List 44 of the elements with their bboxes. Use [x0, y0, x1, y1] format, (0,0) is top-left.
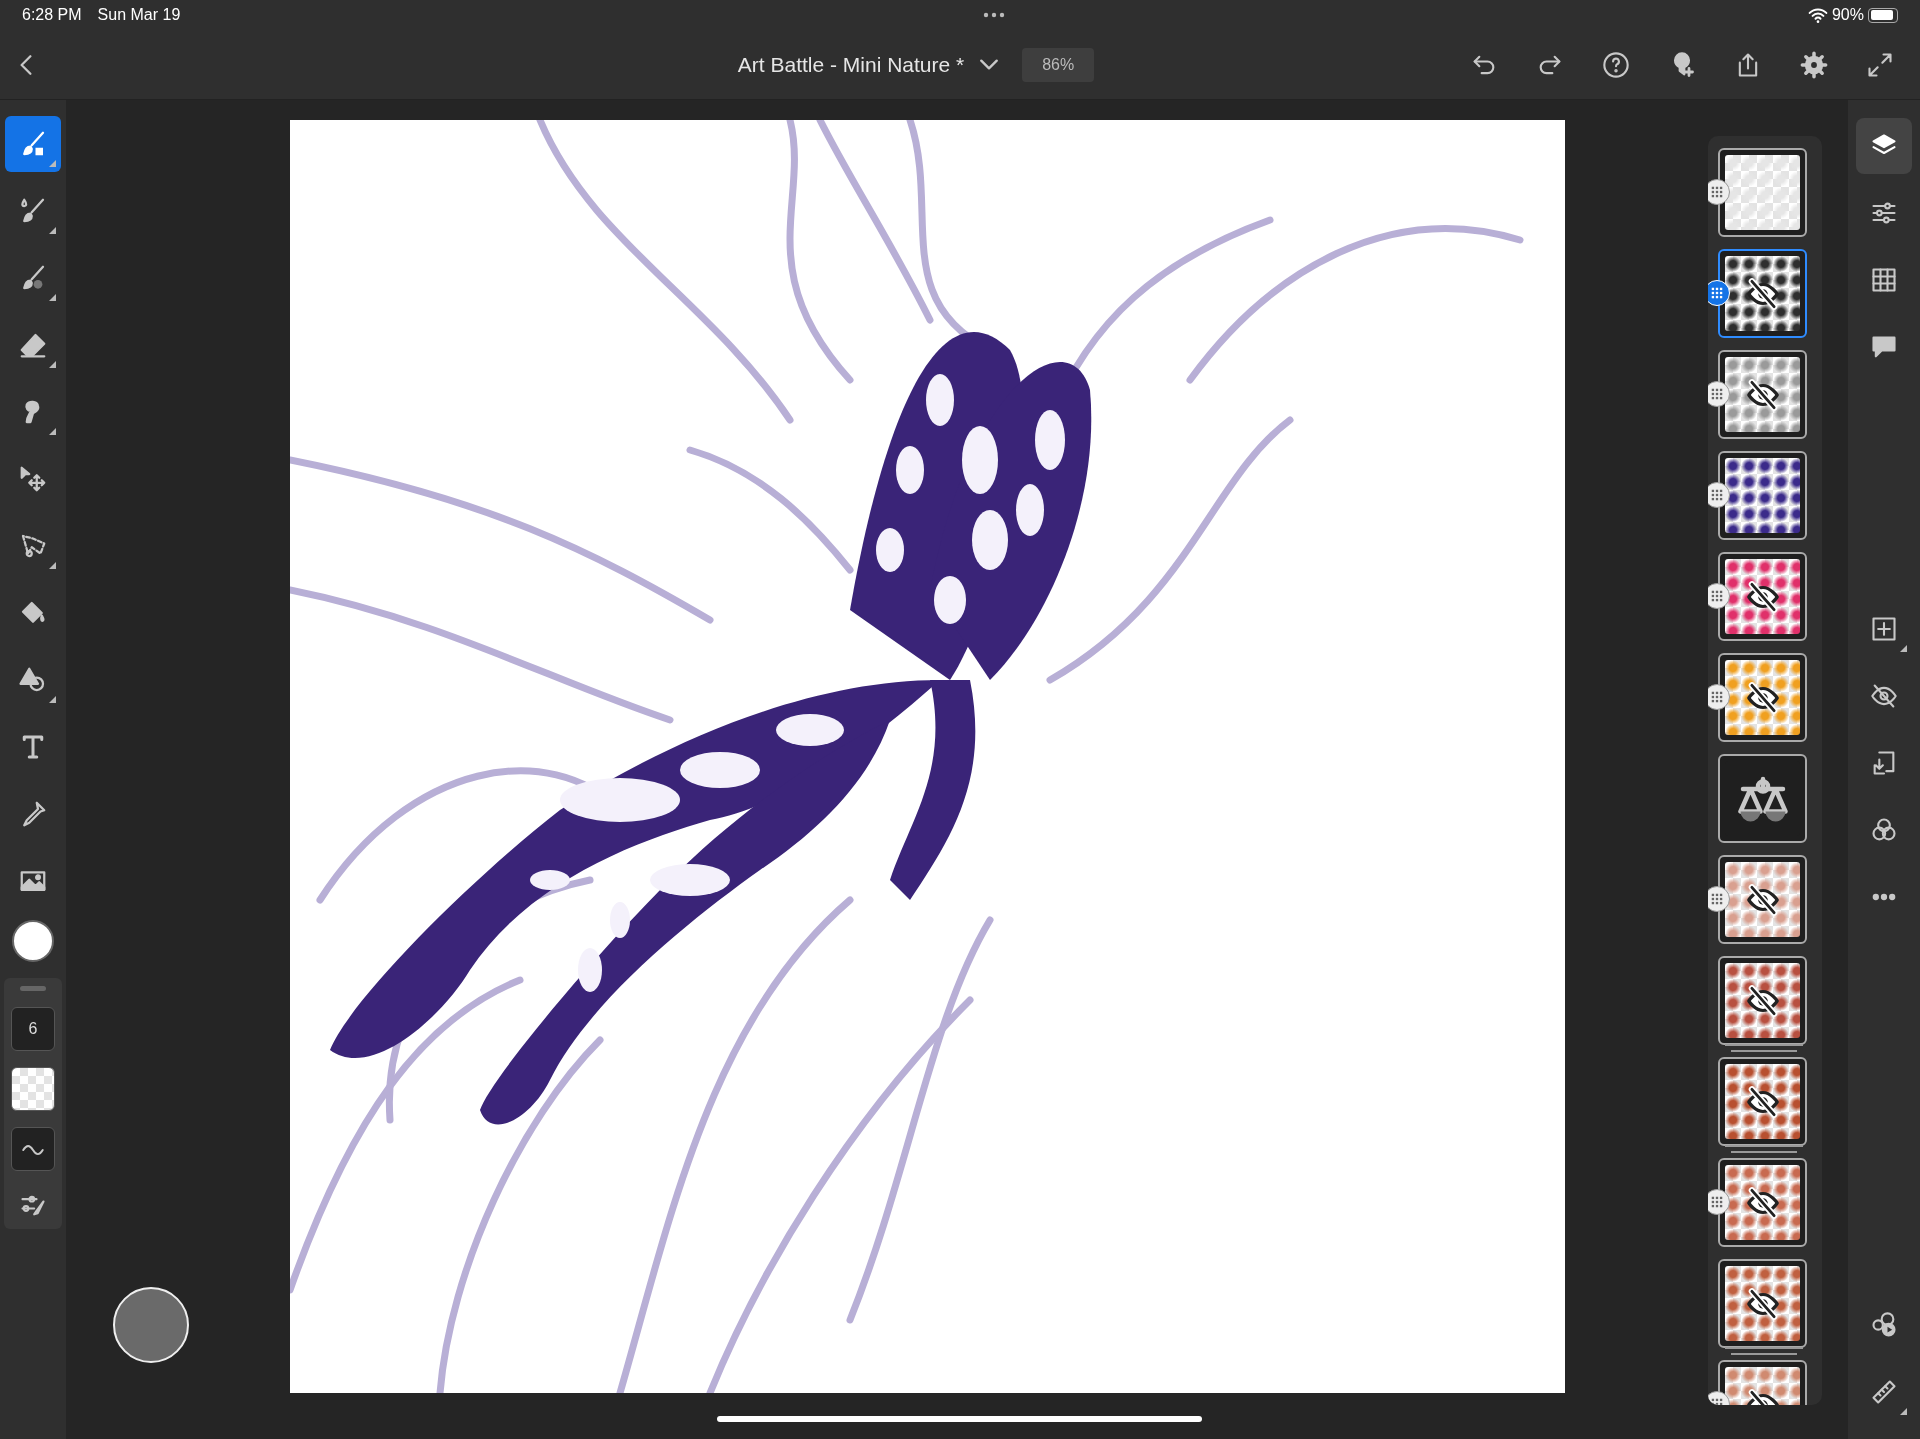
- wifi-icon: [1807, 6, 1828, 24]
- add-layer-icon[interactable]: [1870, 615, 1898, 643]
- layer-thumbnail[interactable]: [1718, 249, 1807, 338]
- layer-thumbnail[interactable]: [1718, 350, 1807, 439]
- back-button[interactable]: [20, 54, 32, 75]
- layer-handle[interactable]: [1708, 684, 1730, 710]
- brush-size-button[interactable]: 6: [11, 1007, 55, 1051]
- layer-thumbnail[interactable]: [1718, 451, 1807, 540]
- layer-handle[interactable]: [1708, 179, 1730, 205]
- layers-button[interactable]: [1856, 118, 1912, 174]
- layer-thumbnail[interactable]: [1718, 552, 1807, 641]
- opacity-button[interactable]: [11, 1067, 55, 1111]
- drag-handle[interactable]: [20, 986, 46, 991]
- layer-handle[interactable]: [1708, 381, 1730, 407]
- layer-handle[interactable]: [1708, 886, 1730, 912]
- grid-icon[interactable]: [1870, 266, 1898, 294]
- zoom-level[interactable]: 86%: [1022, 47, 1095, 82]
- layer-handle[interactable]: [1708, 482, 1730, 508]
- settings-button[interactable]: [1800, 50, 1828, 79]
- layer-thumbnail[interactable]: [1718, 754, 1807, 843]
- document-menu-button[interactable]: [980, 59, 999, 70]
- layer-thumbnail[interactable]: [1718, 855, 1807, 944]
- help-button[interactable]: [1602, 50, 1630, 79]
- smoothing-button[interactable]: [11, 1127, 55, 1171]
- status-time: 6:28 PM: [22, 5, 82, 25]
- layer-handle[interactable]: [1708, 1189, 1730, 1215]
- layer-thumbnail[interactable]: [1718, 1158, 1807, 1247]
- battery-icon: [1868, 7, 1898, 23]
- document-title: Art Battle - Mini Nature *: [737, 51, 965, 78]
- layer-handle[interactable]: [1708, 583, 1730, 609]
- layer-thumbnail[interactable]: [1718, 653, 1807, 742]
- status-date: Sun Mar 19: [97, 5, 181, 25]
- move-arrows-icon[interactable]: [18, 464, 48, 494]
- ruler-icon[interactable]: [1870, 1378, 1898, 1406]
- paintbrush-tool[interactable]: [5, 116, 61, 172]
- fullscreen-button[interactable]: [1866, 50, 1894, 79]
- layer-thumbnail[interactable]: [1718, 956, 1807, 1045]
- layer-thumbnail[interactable]: [1718, 148, 1807, 237]
- color-swatch[interactable]: [12, 920, 54, 962]
- layer-thumbnail[interactable]: [1718, 1057, 1807, 1146]
- libraries-icon[interactable]: [1870, 1311, 1898, 1339]
- eye-slash-icon[interactable]: [1870, 682, 1898, 710]
- layer-thumbnail[interactable]: [1718, 1259, 1807, 1348]
- battery-percentage: 90%: [1831, 5, 1864, 25]
